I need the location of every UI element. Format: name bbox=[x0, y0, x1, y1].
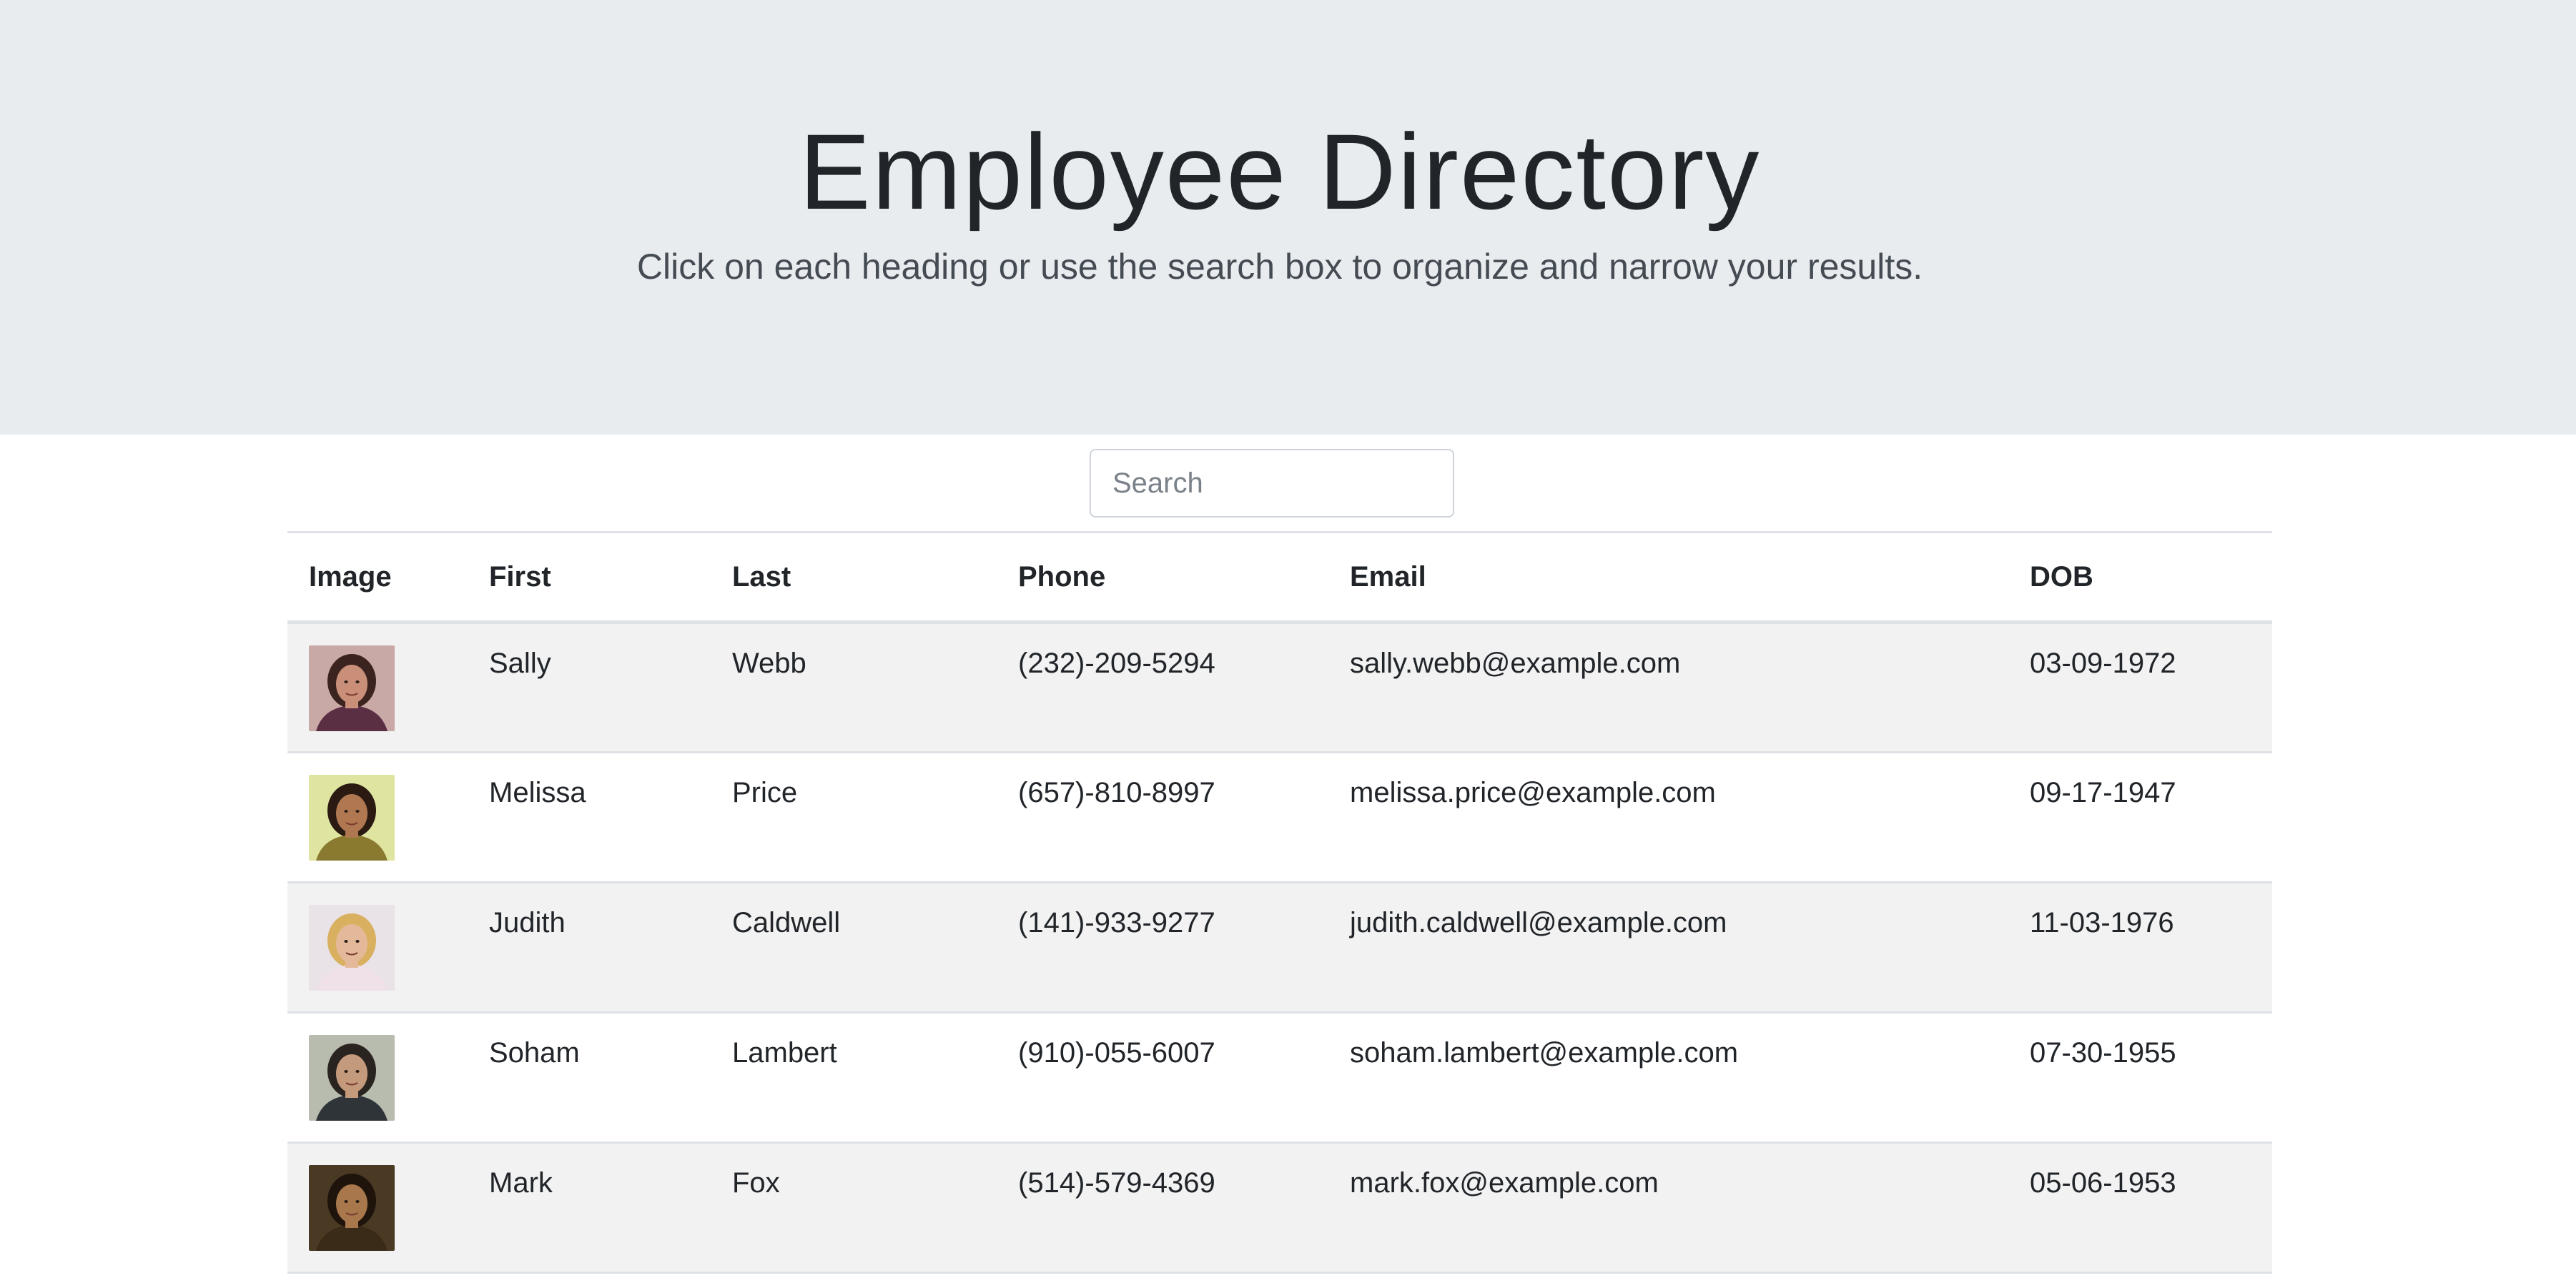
email-cell: melissa.price@example.com bbox=[1350, 777, 1716, 808]
image-cell bbox=[287, 623, 468, 753]
page-subtitle: Click on each heading or use the search … bbox=[636, 247, 1923, 287]
column-header-dob[interactable]: DOB bbox=[2008, 531, 2272, 624]
table-header: Image First Last Phone Email DOB bbox=[287, 531, 2272, 624]
column-header-image[interactable]: Image bbox=[287, 531, 468, 624]
employee-avatar bbox=[309, 905, 395, 991]
dob-cell: 11-03-1976 bbox=[2030, 907, 2174, 938]
phone-cell: (910)-055-6007 bbox=[1018, 1037, 1215, 1069]
column-header-last[interactable]: Last bbox=[711, 531, 997, 624]
first-name-cell: Mark bbox=[489, 1167, 553, 1199]
last-name-cell: Price bbox=[732, 777, 798, 808]
jumbotron-header: Employee Directory Click on each heading… bbox=[0, 0, 2576, 435]
employee-avatar bbox=[309, 1035, 395, 1121]
employee-avatar bbox=[309, 1165, 395, 1251]
employee-table-container: Image First Last Phone Email DOB Sally W… bbox=[287, 531, 2272, 1274]
dob-cell: 03-09-1972 bbox=[2030, 648, 2176, 679]
phone-cell: (657)-810-8997 bbox=[1018, 777, 1215, 808]
last-name-cell: Caldwell bbox=[732, 907, 841, 938]
portrait-photo bbox=[309, 1165, 395, 1251]
last-name-cell: Webb bbox=[732, 648, 806, 679]
employee-avatar bbox=[309, 775, 395, 861]
email-cell: judith.caldwell@example.com bbox=[1350, 907, 1727, 938]
image-cell bbox=[287, 1013, 468, 1143]
first-name-cell: Melissa bbox=[489, 777, 586, 808]
table-body: Sally Webb (232)-209-5294 sally.webb@exa… bbox=[287, 622, 2272, 1273]
image-cell bbox=[287, 883, 468, 1013]
first-name-cell: Judith bbox=[489, 907, 566, 938]
last-name-cell: Lambert bbox=[732, 1037, 837, 1069]
portrait-photo bbox=[309, 905, 395, 991]
image-cell bbox=[287, 1143, 468, 1273]
table-row: Sally Webb (232)-209-5294 sally.webb@exa… bbox=[287, 622, 2272, 753]
portrait-photo bbox=[309, 775, 395, 861]
employee-table: Image First Last Phone Email DOB Sally W… bbox=[287, 531, 2272, 1274]
table-header-row: Image First Last Phone Email DOB bbox=[287, 531, 2272, 624]
search-form bbox=[1090, 449, 1454, 517]
phone-cell: (232)-209-5294 bbox=[1018, 648, 1215, 679]
last-name-cell: Fox bbox=[732, 1167, 780, 1199]
table-row: Soham Lambert (910)-055-6007 soham.lambe… bbox=[287, 1013, 2272, 1143]
email-cell: soham.lambert@example.com bbox=[1350, 1037, 1739, 1069]
phone-cell: (514)-579-4369 bbox=[1018, 1167, 1215, 1199]
first-name-cell: Sally bbox=[489, 648, 551, 679]
employee-avatar bbox=[309, 645, 395, 731]
search-input[interactable] bbox=[1090, 449, 1454, 517]
first-name-cell: Soham bbox=[489, 1037, 580, 1069]
portrait-photo bbox=[309, 1035, 395, 1121]
email-cell: sally.webb@example.com bbox=[1350, 648, 1681, 679]
column-header-email[interactable]: Email bbox=[1328, 531, 2008, 624]
table-row: Judith Caldwell (141)-933-9277 judith.ca… bbox=[287, 882, 2272, 1013]
column-header-first[interactable]: First bbox=[468, 531, 711, 624]
dob-cell: 09-17-1947 bbox=[2030, 777, 2176, 808]
page-title: Employee Directory bbox=[799, 112, 1761, 232]
table-row: Mark Fox (514)-579-4369 mark.fox@example… bbox=[287, 1142, 2272, 1273]
image-cell bbox=[287, 753, 468, 883]
phone-cell: (141)-933-9277 bbox=[1018, 907, 1215, 938]
email-cell: mark.fox@example.com bbox=[1350, 1167, 1659, 1199]
dob-cell: 07-30-1955 bbox=[2030, 1037, 2176, 1069]
dob-cell: 05-06-1953 bbox=[2030, 1167, 2176, 1199]
table-row: Melissa Price (657)-810-8997 melissa.pri… bbox=[287, 753, 2272, 883]
column-header-phone[interactable]: Phone bbox=[997, 531, 1328, 624]
portrait-photo bbox=[309, 645, 395, 731]
